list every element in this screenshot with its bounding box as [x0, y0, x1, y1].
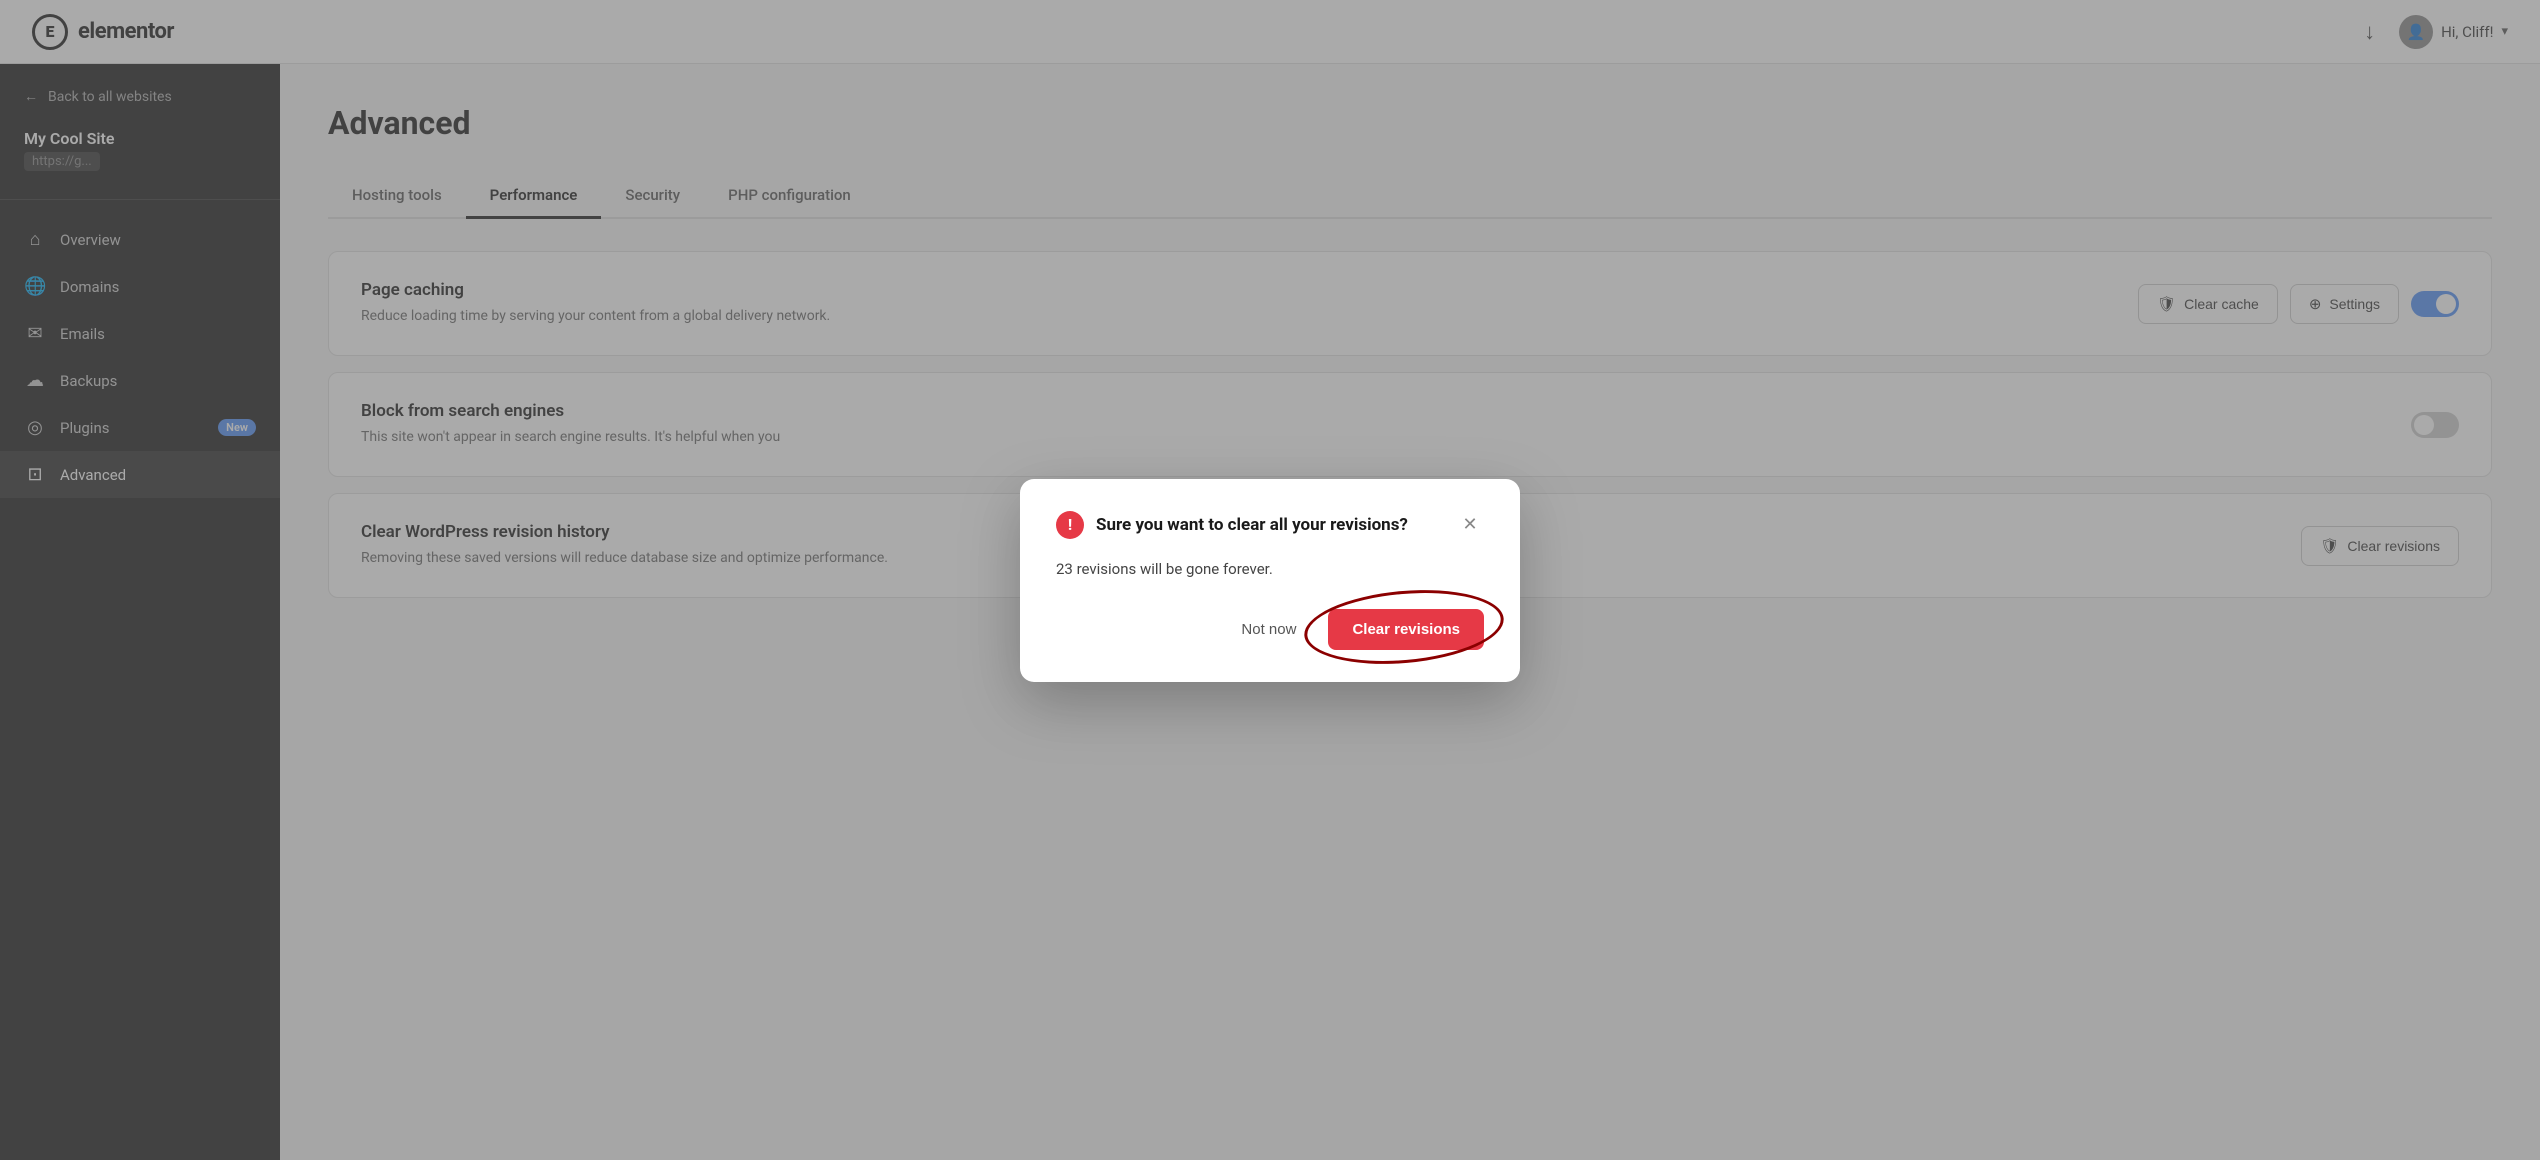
warning-icon: !: [1056, 511, 1084, 539]
modal-header: ! Sure you want to clear all your revisi…: [1056, 511, 1484, 539]
modal-body: 23 revisions will be gone forever.: [1056, 557, 1484, 581]
modal-close-button[interactable]: ✕: [1456, 511, 1484, 539]
not-now-button[interactable]: Not now: [1225, 611, 1312, 648]
confirm-clear-revisions-button[interactable]: Clear revisions: [1328, 609, 1484, 650]
modal-overlay[interactable]: ! Sure you want to clear all your revisi…: [0, 0, 2540, 1160]
modal-title-row: ! Sure you want to clear all your revisi…: [1056, 511, 1408, 539]
modal-title: Sure you want to clear all your revision…: [1096, 515, 1408, 535]
modal-footer: Not now Clear revisions: [1056, 609, 1484, 650]
confirm-modal: ! Sure you want to clear all your revisi…: [1020, 479, 1520, 682]
